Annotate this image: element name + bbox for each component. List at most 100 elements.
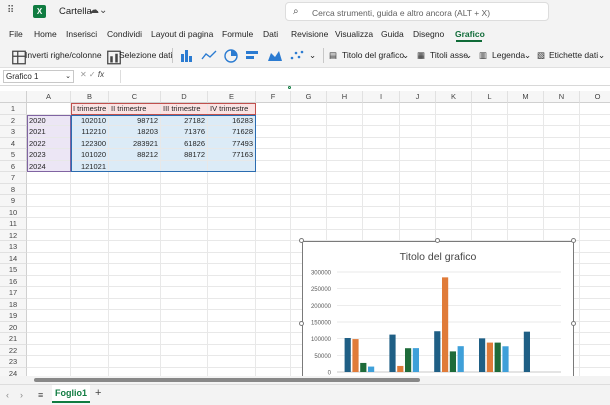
column-header[interactable]: O	[580, 91, 610, 103]
value-cell[interactable]: 121021	[71, 160, 109, 172]
column-header[interactable]: L	[472, 91, 508, 103]
cell[interactable]	[363, 149, 400, 161]
cell[interactable]	[256, 264, 291, 276]
waffle-icon[interactable]: ⠿	[7, 5, 14, 16]
cell[interactable]	[400, 103, 436, 115]
cell[interactable]	[580, 322, 610, 333]
cell[interactable]	[109, 298, 161, 310]
cell[interactable]	[363, 126, 400, 138]
cell[interactable]	[508, 218, 544, 230]
cell[interactable]	[161, 252, 208, 264]
row-header[interactable]: 23	[0, 356, 27, 368]
cell[interactable]	[580, 218, 610, 230]
cell[interactable]	[161, 218, 208, 230]
cell[interactable]	[27, 321, 71, 333]
cell[interactable]	[256, 218, 291, 230]
sheet-tab[interactable]: Foglio1	[52, 385, 90, 403]
cell[interactable]	[363, 114, 400, 126]
cell[interactable]	[291, 103, 327, 115]
cell[interactable]	[256, 103, 291, 115]
document-title[interactable]: Cartella	[59, 6, 92, 17]
row-header[interactable]: 22	[0, 344, 27, 356]
column-header[interactable]: I	[363, 91, 400, 103]
row-header[interactable]: 3	[0, 126, 27, 138]
cell[interactable]	[256, 195, 291, 207]
cell[interactable]	[291, 149, 327, 161]
cell[interactable]	[161, 241, 208, 253]
cell[interactable]	[71, 218, 109, 230]
cell[interactable]	[580, 241, 610, 253]
value-cell[interactable]: 71628	[208, 126, 256, 138]
resize-handle[interactable]	[571, 238, 576, 243]
row-header[interactable]: 2	[0, 114, 27, 126]
row-header[interactable]: 8	[0, 183, 27, 195]
cell[interactable]	[291, 218, 327, 230]
cell[interactable]	[580, 310, 610, 322]
cell[interactable]	[27, 310, 71, 322]
cell[interactable]	[161, 287, 208, 299]
cell[interactable]	[256, 344, 291, 356]
cell[interactable]	[291, 126, 327, 138]
cell[interactable]	[508, 137, 544, 149]
select-data-button[interactable]: Selezione dati	[119, 50, 172, 60]
axis-titles-button[interactable]: Titoli asse	[430, 50, 468, 60]
series-header-cell[interactable]: IV trimestre	[208, 103, 256, 115]
cell[interactable]	[436, 218, 472, 230]
cell[interactable]	[436, 206, 472, 218]
cell[interactable]	[363, 103, 400, 115]
cell[interactable]	[71, 333, 109, 345]
cell[interactable]	[508, 160, 544, 172]
cell[interactable]	[208, 229, 256, 241]
category-cell[interactable]: 2021	[27, 126, 71, 138]
cell[interactable]	[109, 356, 161, 368]
resize-handle[interactable]	[299, 321, 304, 326]
cell[interactable]	[208, 206, 256, 218]
cell[interactable]	[208, 264, 256, 276]
row-header[interactable]: 5	[0, 149, 27, 161]
cell[interactable]	[109, 287, 161, 299]
cell[interactable]	[71, 172, 109, 184]
cell[interactable]	[27, 287, 71, 299]
row-header[interactable]: 18	[0, 298, 27, 310]
cell[interactable]	[256, 206, 291, 218]
cell[interactable]	[544, 149, 580, 161]
value-cell[interactable]	[208, 160, 256, 172]
cell[interactable]	[256, 149, 291, 161]
cell[interactable]	[161, 183, 208, 195]
cell[interactable]	[256, 241, 291, 253]
cell[interactable]	[580, 264, 610, 276]
cell[interactable]	[109, 367, 161, 376]
value-cell[interactable]: 18203	[109, 126, 161, 138]
cell[interactable]	[27, 229, 71, 241]
cell[interactable]	[256, 333, 291, 345]
cell[interactable]	[472, 218, 508, 230]
cell[interactable]	[109, 252, 161, 264]
cell[interactable]	[544, 103, 580, 115]
cell[interactable]	[161, 298, 208, 310]
select-all-corner[interactable]	[0, 91, 27, 103]
column-header[interactable]: J	[400, 91, 436, 103]
cell[interactable]	[363, 218, 400, 230]
cell[interactable]	[208, 344, 256, 356]
cell[interactable]	[208, 333, 256, 345]
cell[interactable]	[161, 275, 208, 287]
cell[interactable]	[508, 195, 544, 207]
cell[interactable]	[208, 321, 256, 333]
cell[interactable]	[400, 126, 436, 138]
cell[interactable]	[508, 183, 544, 195]
cell[interactable]	[508, 229, 544, 241]
add-sheet-icon[interactable]: +	[95, 387, 101, 399]
cell[interactable]	[436, 183, 472, 195]
all-sheets-icon[interactable]: ≡	[38, 390, 43, 400]
cell[interactable]	[436, 160, 472, 172]
cell[interactable]	[580, 115, 610, 126]
cell[interactable]	[400, 137, 436, 149]
row-header[interactable]: 15	[0, 264, 27, 276]
formula-input[interactable]	[120, 70, 608, 83]
cell[interactable]	[256, 275, 291, 287]
cloud-saved-icon[interactable]: ☁⌄	[89, 5, 107, 16]
cell[interactable]	[580, 103, 610, 115]
cell[interactable]	[363, 172, 400, 184]
cell[interactable]	[544, 183, 580, 195]
search-box[interactable]: ⌕ Cerca strumenti, guida e altro ancora …	[285, 2, 549, 21]
